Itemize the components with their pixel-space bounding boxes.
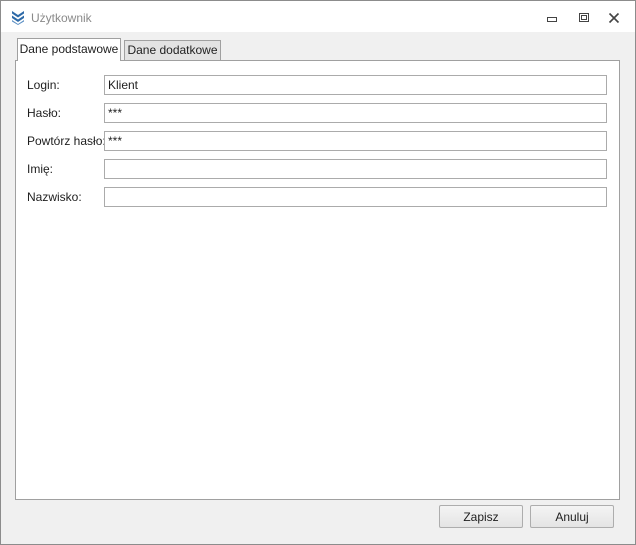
last-name-label: Nazwisko: bbox=[27, 190, 82, 204]
first-name-label: Imię: bbox=[27, 162, 54, 176]
dialog-client-area: Dane podstawowe Dane dodatkowe Login: Ha… bbox=[1, 32, 635, 544]
password-input[interactable] bbox=[104, 103, 607, 123]
password-repeat-input[interactable] bbox=[104, 131, 607, 151]
login-row: Login: bbox=[16, 75, 619, 97]
password-label: Hasło: bbox=[27, 106, 62, 120]
title-bar[interactable]: Użytkownik bbox=[1, 1, 635, 32]
save-button[interactable]: Zapisz bbox=[439, 505, 523, 528]
first-name-input[interactable] bbox=[104, 159, 607, 179]
chevrons-down-icon bbox=[10, 9, 26, 25]
close-icon bbox=[608, 12, 620, 24]
password-repeat-row: Powtórz hasło: bbox=[16, 131, 619, 153]
close-button[interactable] bbox=[604, 9, 624, 27]
login-label: Login: bbox=[27, 78, 60, 92]
minimize-icon bbox=[547, 17, 557, 22]
cancel-button[interactable]: Anuluj bbox=[530, 505, 614, 528]
window-title: Użytkownik bbox=[31, 11, 92, 25]
tab-dane-dodatkowe[interactable]: Dane dodatkowe bbox=[124, 40, 221, 60]
user-dialog-window: Użytkownik Dane podstawowe Dane dodatkow… bbox=[0, 0, 636, 545]
login-input[interactable] bbox=[104, 75, 607, 95]
first-name-row: Imię: bbox=[16, 159, 619, 181]
minimize-button[interactable] bbox=[542, 9, 562, 27]
password-row: Hasło: bbox=[16, 103, 619, 125]
last-name-input[interactable] bbox=[104, 187, 607, 207]
maximize-button[interactable] bbox=[574, 9, 594, 27]
tab-panel: Login: Hasło: Powtórz hasło: Imię: Nazwi… bbox=[15, 60, 620, 500]
last-name-row: Nazwisko: bbox=[16, 187, 619, 209]
tab-dane-podstawowe[interactable]: Dane podstawowe bbox=[17, 38, 121, 61]
maximize-icon bbox=[579, 13, 589, 22]
password-repeat-label: Powtórz hasło: bbox=[27, 134, 106, 148]
